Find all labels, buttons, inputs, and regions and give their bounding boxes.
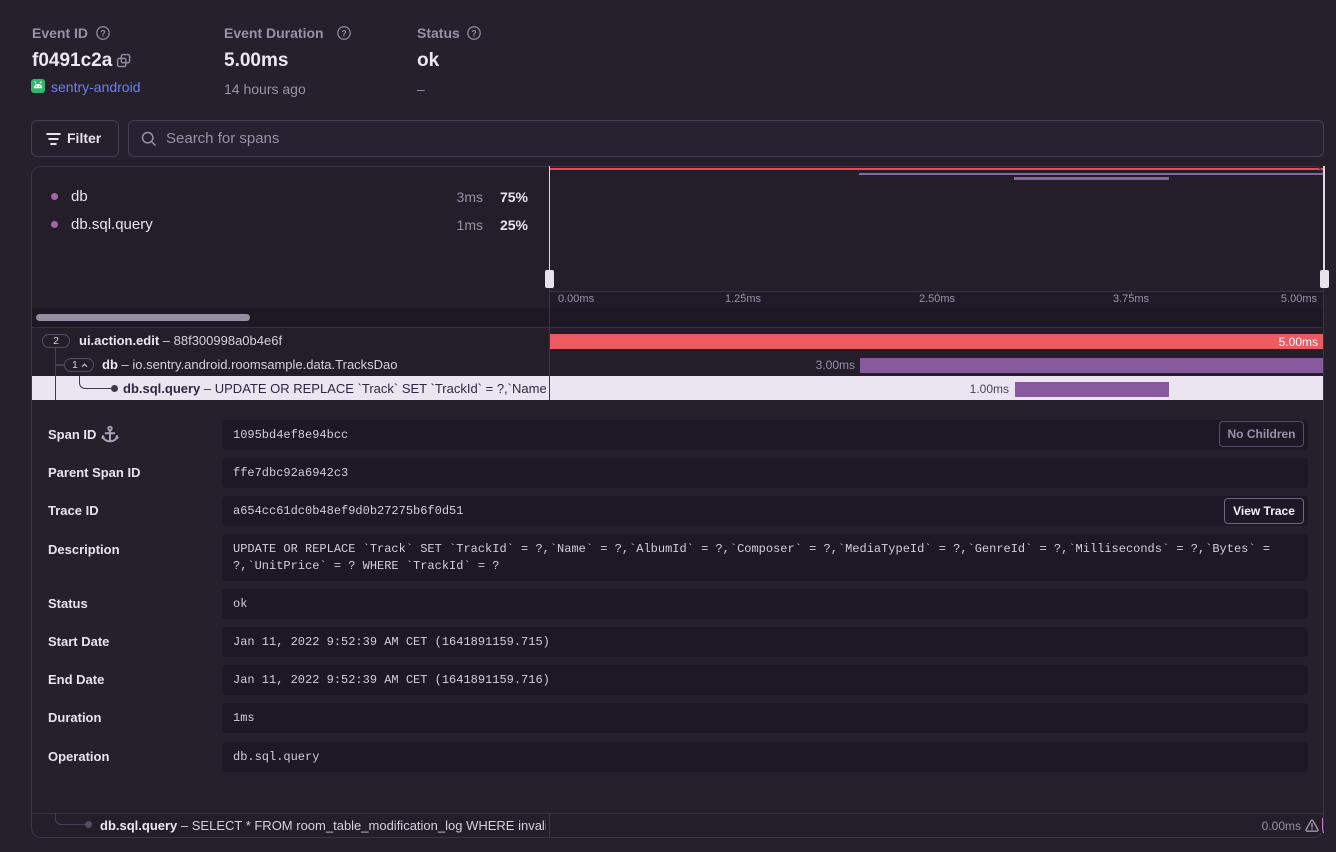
svg-text:?: ? bbox=[341, 28, 346, 38]
svg-text:?: ? bbox=[100, 28, 105, 38]
svg-text:?: ? bbox=[471, 28, 476, 38]
